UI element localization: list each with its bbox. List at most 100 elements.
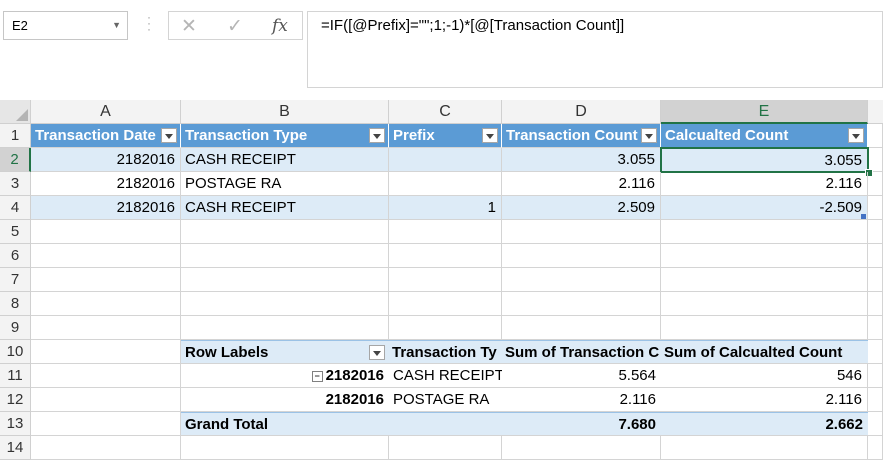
grid-cell[interactable] <box>389 316 502 340</box>
formula-input[interactable]: =IF([@Prefix]="";1;-1)*[@[Transaction Co… <box>307 11 883 88</box>
row-header-6[interactable]: 6 <box>0 244 31 268</box>
grid-cell[interactable] <box>661 244 868 268</box>
grid-cell[interactable] <box>181 316 389 340</box>
grid-cell[interactable] <box>31 316 181 340</box>
table-header-cell[interactable]: Transaction Date <box>31 124 181 148</box>
table-cell[interactable]: 2.116 <box>502 172 661 196</box>
grid-cell[interactable] <box>868 316 883 340</box>
row-header-5[interactable]: 5 <box>0 220 31 244</box>
row-header-14[interactable]: 14 <box>0 436 31 460</box>
table-cell[interactable]: 2.509 <box>502 196 661 220</box>
confirm-icon[interactable]: ✓ <box>227 15 243 38</box>
grid-cell[interactable] <box>661 292 868 316</box>
chevron-down-icon[interactable]: ▼ <box>112 20 121 30</box>
pivot-cell[interactable]: 2.116 <box>661 388 868 412</box>
column-header-b[interactable]: B <box>181 100 389 124</box>
column-header-d[interactable]: D <box>502 100 661 124</box>
pivot-header-cell[interactable]: Sum of Transaction C <box>502 340 661 364</box>
grand-total-cell[interactable]: 2.662 <box>661 412 868 436</box>
table-cell[interactable]: -2.509 <box>661 196 868 220</box>
filter-dropdown-icon[interactable] <box>369 128 385 143</box>
grid-cell[interactable] <box>661 316 868 340</box>
pivot-header-cell[interactable]: Sum of Calcualted Count <box>661 340 868 364</box>
table-header-cell[interactable]: Calcualted Count <box>661 124 868 148</box>
grid-cell[interactable] <box>181 244 389 268</box>
table-cell[interactable]: CASH RECEIPT <box>181 148 389 172</box>
grid-cell[interactable] <box>31 292 181 316</box>
grid-cell[interactable] <box>868 364 883 388</box>
row-header-12[interactable]: 12 <box>0 388 31 412</box>
grid-cell[interactable] <box>502 268 661 292</box>
grid-cell[interactable] <box>502 292 661 316</box>
row-header-8[interactable]: 8 <box>0 292 31 316</box>
grand-total-label[interactable]: Grand Total <box>181 412 389 436</box>
grid-cell[interactable] <box>868 196 883 220</box>
insert-function-icon[interactable]: fx <box>272 16 288 36</box>
row-header-7[interactable]: 7 <box>0 268 31 292</box>
grid-cell[interactable] <box>661 220 868 244</box>
pivot-cell[interactable]: 546 <box>661 364 868 388</box>
grid-cell[interactable] <box>868 244 883 268</box>
table-resize-handle[interactable] <box>861 214 866 219</box>
pivot-cell[interactable]: POSTAGE RA <box>389 388 502 412</box>
grid-cell[interactable] <box>502 316 661 340</box>
collapse-icon[interactable]: − <box>311 371 323 382</box>
grid-cell[interactable] <box>868 436 883 460</box>
column-header-a[interactable]: A <box>31 100 181 124</box>
row-header-4[interactable]: 4 <box>0 196 31 220</box>
grid-cell[interactable] <box>868 220 883 244</box>
grid-cell[interactable] <box>868 124 883 148</box>
pivot-header-cell[interactable]: Transaction Ty <box>389 340 502 364</box>
grid-cell[interactable] <box>868 268 883 292</box>
grid-cell[interactable] <box>661 268 868 292</box>
filter-dropdown-icon[interactable] <box>848 128 864 143</box>
filter-dropdown-icon[interactable] <box>641 128 657 143</box>
row-header-9[interactable]: 9 <box>0 316 31 340</box>
grid-cell[interactable] <box>661 436 868 460</box>
grid-cell[interactable] <box>389 244 502 268</box>
row-header-13[interactable]: 13 <box>0 412 31 436</box>
filter-dropdown-icon[interactable] <box>161 128 177 143</box>
grid-cell[interactable] <box>181 220 389 244</box>
row-header-10[interactable]: 10 <box>0 340 31 364</box>
table-cell[interactable]: POSTAGE RA <box>181 172 389 196</box>
table-header-cell[interactable]: Prefix <box>389 124 502 148</box>
column-header-e[interactable]: E <box>661 100 868 124</box>
grid-cell[interactable] <box>31 340 181 364</box>
select-all-button[interactable] <box>0 100 31 124</box>
row-header-1[interactable]: 1 <box>0 124 31 148</box>
grid-cell[interactable] <box>389 292 502 316</box>
grid-cell[interactable] <box>31 388 181 412</box>
active-cell[interactable]: 3.055 <box>660 147 869 173</box>
table-cell[interactable] <box>389 172 502 196</box>
grand-total-cell[interactable] <box>389 412 502 436</box>
grid-cell[interactable] <box>389 268 502 292</box>
table-header-cell[interactable]: Transaction Count <box>502 124 661 148</box>
table-cell[interactable]: 2182016 <box>31 172 181 196</box>
grid-cell[interactable] <box>868 292 883 316</box>
grid-cell[interactable] <box>31 436 181 460</box>
grid-cell[interactable] <box>181 292 389 316</box>
grid-cell[interactable] <box>502 244 661 268</box>
grid-cell[interactable] <box>181 268 389 292</box>
pivot-cell[interactable]: 2.116 <box>502 388 661 412</box>
grid-cell[interactable] <box>31 364 181 388</box>
row-header-11[interactable]: 11 <box>0 364 31 388</box>
grid-cell[interactable] <box>31 268 181 292</box>
table-cell[interactable]: 1 <box>389 196 502 220</box>
grid-cell[interactable] <box>181 436 389 460</box>
grid-cell[interactable] <box>389 436 502 460</box>
grid-cell[interactable] <box>31 412 181 436</box>
grid-cell[interactable] <box>502 220 661 244</box>
table-cell[interactable] <box>389 148 502 172</box>
pivot-row-label[interactable]: 2182016 <box>181 388 389 412</box>
grid-cell[interactable] <box>868 388 883 412</box>
drag-handle-icon[interactable]: · · · <box>146 11 152 35</box>
grand-total-cell[interactable]: 7.680 <box>502 412 661 436</box>
grid-cell[interactable] <box>31 244 181 268</box>
grid-cell[interactable] <box>868 340 883 364</box>
table-cell[interactable]: 2182016 <box>31 148 181 172</box>
grid-cell[interactable] <box>389 220 502 244</box>
pivot-cell[interactable]: 5.564 <box>502 364 661 388</box>
pivot-header-cell[interactable]: Row Labels <box>181 340 389 364</box>
